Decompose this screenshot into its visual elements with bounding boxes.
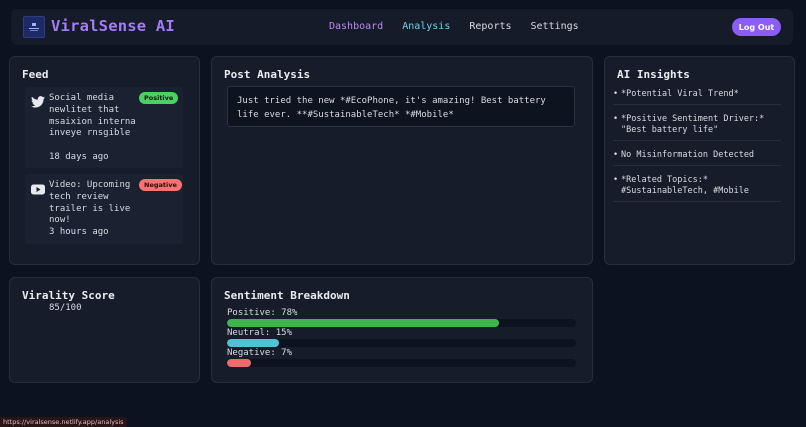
ai-insights-title: AI Insights: [617, 68, 690, 81]
sentiment-label: Negative: 7%: [227, 348, 293, 358]
sentiment-bar-track: [227, 339, 576, 347]
sentiment-label: Positive: 78%: [227, 308, 298, 318]
post-analysis-card: Post Analysis Just tried the new *#EcoPh…: [211, 56, 593, 265]
virality-score-card: Virality Score 85/100: [9, 277, 200, 383]
insights-list: *Potential Viral Trend* *Positive Sentim…: [613, 89, 781, 211]
feed-item-text: Video: Upcoming tech review trailer is l…: [49, 180, 131, 226]
sentiment-breakdown-title: Sentiment Breakdown: [224, 289, 350, 302]
sentiment-bar-neutral: [227, 339, 280, 347]
sentiment-label: Neutral: 15%: [227, 328, 293, 338]
status-badge-positive: Positive: [139, 92, 179, 104]
post-analysis-title: Post Analysis: [224, 68, 311, 81]
sentiment-breakdown-card: Sentiment Breakdown Positive: 78% Neutra…: [211, 277, 593, 383]
nav-link-settings[interactable]: Settings: [531, 21, 579, 32]
feed-title: Feed: [22, 68, 49, 81]
insight-item: *Related Topics:* #SustainableTech, #Mob…: [613, 175, 781, 202]
feed-item[interactable]: Video: Upcoming tech review trailer is l…: [25, 174, 183, 244]
feed-item-time: 3 hours ago: [49, 227, 109, 237]
post-text-box[interactable]: Just tried the new *#EcoPhone, it's amaz…: [227, 86, 575, 127]
logout-button[interactable]: Log Out: [732, 18, 781, 36]
ai-insights-card: AI Insights *Potential Viral Trend* *Pos…: [604, 56, 795, 265]
status-bar-url: https://viralsense.netlify.app/analysis: [0, 417, 127, 427]
feed-item[interactable]: Social media newlitet that msaixion inte…: [25, 87, 183, 168]
twitter-icon: [31, 93, 45, 108]
virality-score-title: Virality Score: [22, 289, 115, 302]
sentiment-row-positive: Positive: 78%: [227, 308, 577, 327]
insight-item: No Misinformation Detected: [613, 150, 781, 166]
nav-link-dashboard[interactable]: Dashboard: [329, 21, 383, 32]
insight-item: *Potential Viral Trend*: [613, 89, 781, 105]
feed-item-time: 18 days ago: [49, 152, 109, 162]
sentiment-bar-negative: [227, 359, 252, 367]
nav-link-reports[interactable]: Reports: [469, 21, 511, 32]
insight-item: *Positive Sentiment Driver:* "Best batte…: [613, 114, 781, 141]
status-badge-negative: Negative: [139, 179, 182, 191]
virality-score-value: 85/100: [49, 303, 82, 313]
feed-item-text: Social media newlitet that msaixion inte…: [49, 93, 136, 139]
logo-icon[interactable]: [23, 16, 45, 38]
sentiment-bar-positive: [227, 319, 500, 327]
nav-link-analysis[interactable]: Analysis: [402, 21, 450, 32]
youtube-icon: [31, 180, 45, 195]
sentiment-bar-track: [227, 319, 576, 327]
sentiment-row-negative: Negative: 7%: [227, 348, 577, 367]
app-title[interactable]: ViralSense AI: [51, 17, 175, 35]
sentiment-row-neutral: Neutral: 15%: [227, 328, 577, 347]
top-navbar: ViralSense AI Dashboard Analysis Reports…: [11, 9, 793, 45]
feed-card: Feed Social media newlitet that msaixion…: [9, 56, 200, 265]
main-nav: Dashboard Analysis Reports Settings: [329, 21, 598, 32]
sentiment-bar-track: [227, 359, 576, 367]
